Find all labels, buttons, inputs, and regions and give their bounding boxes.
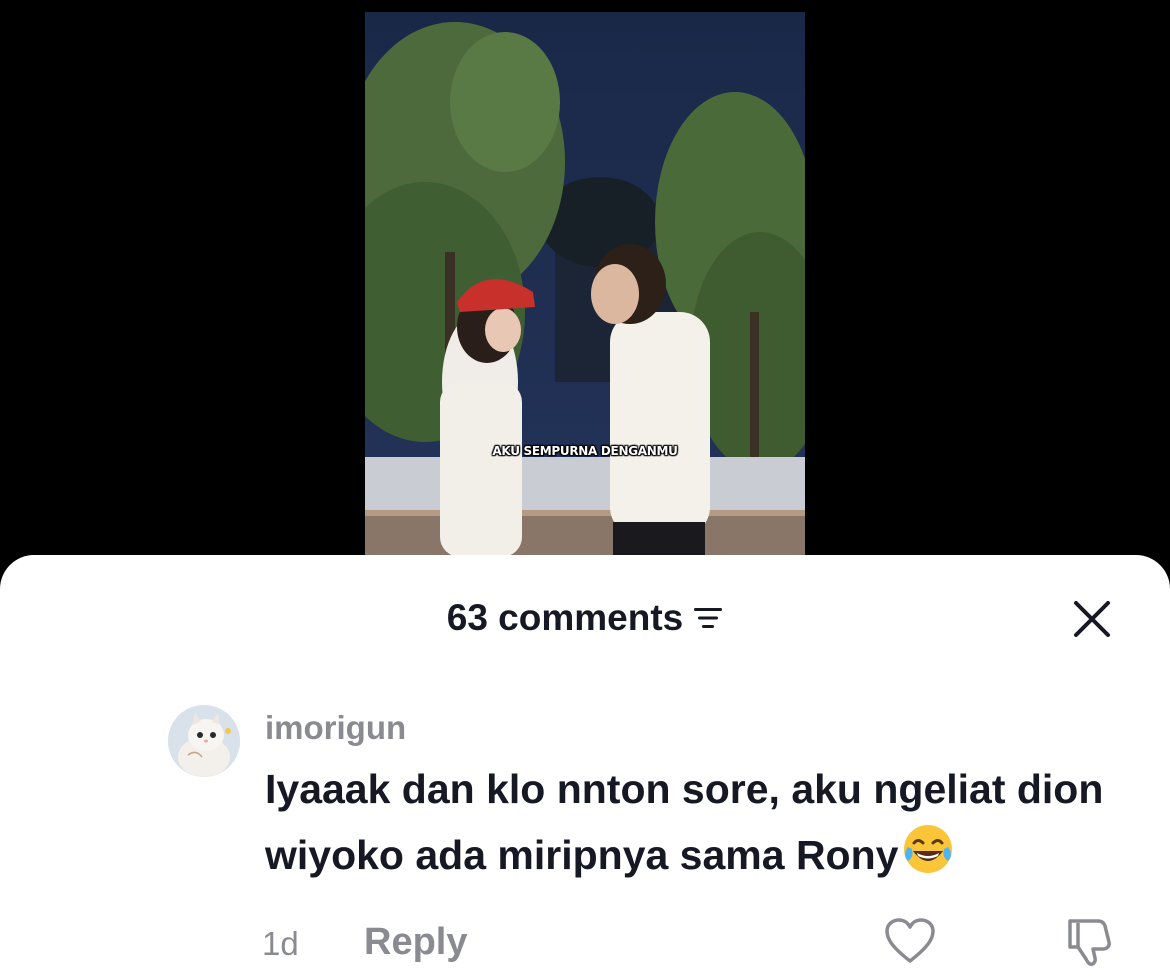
reply-button[interactable]: Reply xyxy=(364,921,467,964)
comments-count: 63 comments xyxy=(446,597,684,638)
video-frame[interactable]: AKU SEMPURNA DENGANMU xyxy=(365,12,805,572)
avatar[interactable] xyxy=(168,705,240,777)
video-caption: AKU SEMPURNA DENGANMU xyxy=(492,444,678,458)
comments-sheet: 63 comments imorigun Iyaaak dan klo nnto… xyxy=(0,555,1170,977)
close-icon[interactable] xyxy=(1072,599,1112,639)
comments-header: 63 comments xyxy=(0,593,1170,643)
video-scene xyxy=(365,12,805,572)
comment-timestamp: 1d xyxy=(262,925,299,962)
comment-text: Iyaaak dan klo nnton sore, aku ngeliat d… xyxy=(265,758,1145,887)
thumbs-down-outline-icon[interactable] xyxy=(1062,915,1116,967)
laughing-tears-emoji-icon xyxy=(900,821,956,877)
comment-text-content: Iyaaak dan klo nnton sore, aku ngeliat d… xyxy=(265,766,1104,878)
comment-username[interactable]: imorigun xyxy=(265,708,1145,748)
comment-body: imorigun Iyaaak dan klo nnton sore, aku … xyxy=(265,705,1145,887)
sort-lines-icon[interactable] xyxy=(693,605,723,631)
comment-actions: 1d Reply xyxy=(262,918,1122,966)
heart-outline-icon[interactable] xyxy=(884,917,936,965)
